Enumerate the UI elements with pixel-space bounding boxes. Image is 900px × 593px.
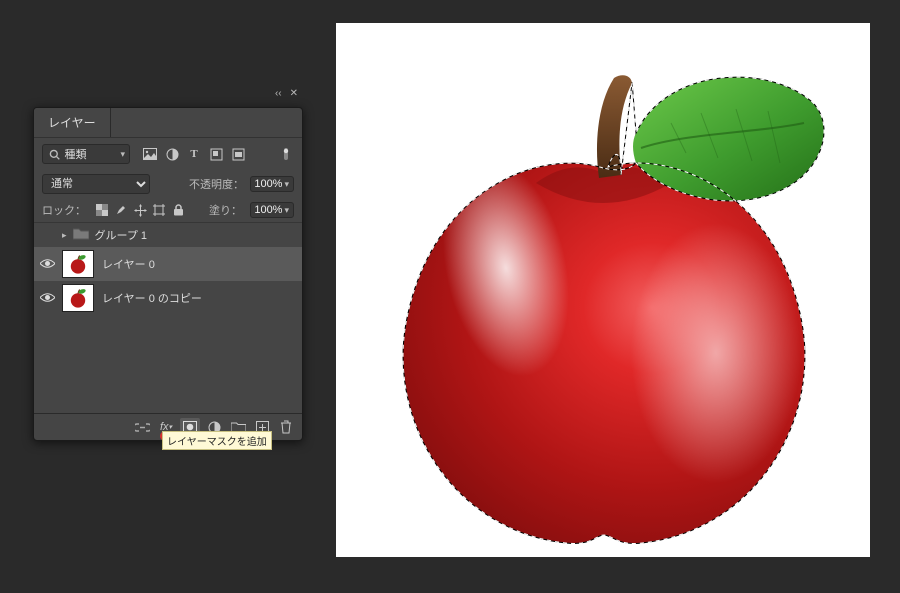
filter-icon-strip: T bbox=[142, 146, 246, 162]
shape-filter-icon[interactable] bbox=[208, 146, 224, 162]
layer-name: レイヤー 0 bbox=[102, 256, 155, 272]
chevron-down-icon: ▾ bbox=[284, 205, 289, 216]
move-lock-icon[interactable] bbox=[132, 202, 148, 218]
type-filter-icon[interactable]: T bbox=[186, 146, 202, 162]
layer-thumbnail[interactable] bbox=[62, 250, 94, 278]
pixel-lock-icon[interactable] bbox=[94, 202, 110, 218]
canvas-content bbox=[336, 23, 870, 557]
panel-tabs: レイヤー bbox=[34, 108, 302, 138]
layer-thumbnail[interactable] bbox=[62, 284, 94, 312]
lock-all-icon[interactable] bbox=[170, 202, 186, 218]
panel-footer: fx▾ レイヤーマスクを追加 bbox=[34, 413, 302, 440]
layer-filter-bar: ▾ T bbox=[34, 138, 302, 170]
close-icon[interactable]: ✕ bbox=[290, 88, 298, 99]
lock-label: ロック： bbox=[42, 202, 86, 218]
filter-input[interactable] bbox=[64, 148, 118, 160]
fill-label: 塗り： bbox=[209, 202, 242, 218]
chevron-down-icon: ▾ bbox=[284, 179, 289, 190]
trash-icon[interactable] bbox=[276, 418, 296, 436]
collapse-icon[interactable]: ‹‹ bbox=[275, 88, 282, 99]
adjustment-filter-icon[interactable] bbox=[164, 146, 180, 162]
opacity-label: 不透明度： bbox=[189, 176, 244, 192]
link-layers-icon[interactable] bbox=[132, 418, 152, 436]
layer-row[interactable]: レイヤー 0 bbox=[34, 247, 302, 281]
chevron-right-icon[interactable]: ▸ bbox=[62, 230, 67, 241]
search-icon bbox=[47, 146, 62, 162]
lock-icons bbox=[94, 202, 186, 218]
folder-icon bbox=[73, 227, 89, 243]
image-filter-icon[interactable] bbox=[142, 146, 158, 162]
panel-window-controls: ‹‹ ✕ bbox=[275, 88, 298, 99]
brush-lock-icon[interactable] bbox=[113, 202, 129, 218]
tooltip: レイヤーマスクを追加 bbox=[162, 431, 272, 450]
artboard-lock-icon[interactable] bbox=[151, 202, 167, 218]
layer-filter-type[interactable]: ▾ bbox=[42, 144, 130, 164]
visibility-toggle[interactable] bbox=[40, 290, 54, 306]
chevron-down-icon: ▾ bbox=[120, 149, 125, 160]
visibility-toggle[interactable] bbox=[40, 256, 54, 272]
document-canvas[interactable] bbox=[336, 23, 870, 557]
opacity-value[interactable]: 100%▾ bbox=[250, 176, 294, 192]
group-name: グループ 1 bbox=[95, 227, 148, 243]
layers-panel: ‹‹ ✕ レイヤー ▾ T 通常 不透明度： 100%▾ ロック： bbox=[33, 107, 303, 441]
fill-value[interactable]: 100%▾ bbox=[250, 202, 294, 218]
layers-list: ▸ グループ 1 レイヤー 0 レイヤー 0 のコピー bbox=[34, 223, 302, 413]
blend-mode-select[interactable]: 通常 bbox=[42, 174, 150, 194]
smart-object-filter-icon[interactable] bbox=[230, 146, 246, 162]
filter-toggle-icon[interactable] bbox=[278, 146, 294, 162]
layer-group-row[interactable]: ▸ グループ 1 bbox=[34, 223, 302, 247]
layer-name: レイヤー 0 のコピー bbox=[102, 290, 202, 306]
tab-layers[interactable]: レイヤー bbox=[34, 108, 111, 137]
lock-row: ロック： 塗り： 100%▾ bbox=[34, 198, 302, 223]
blend-mode-row: 通常 不透明度： 100%▾ bbox=[34, 170, 302, 198]
layer-row[interactable]: レイヤー 0 のコピー bbox=[34, 281, 302, 315]
